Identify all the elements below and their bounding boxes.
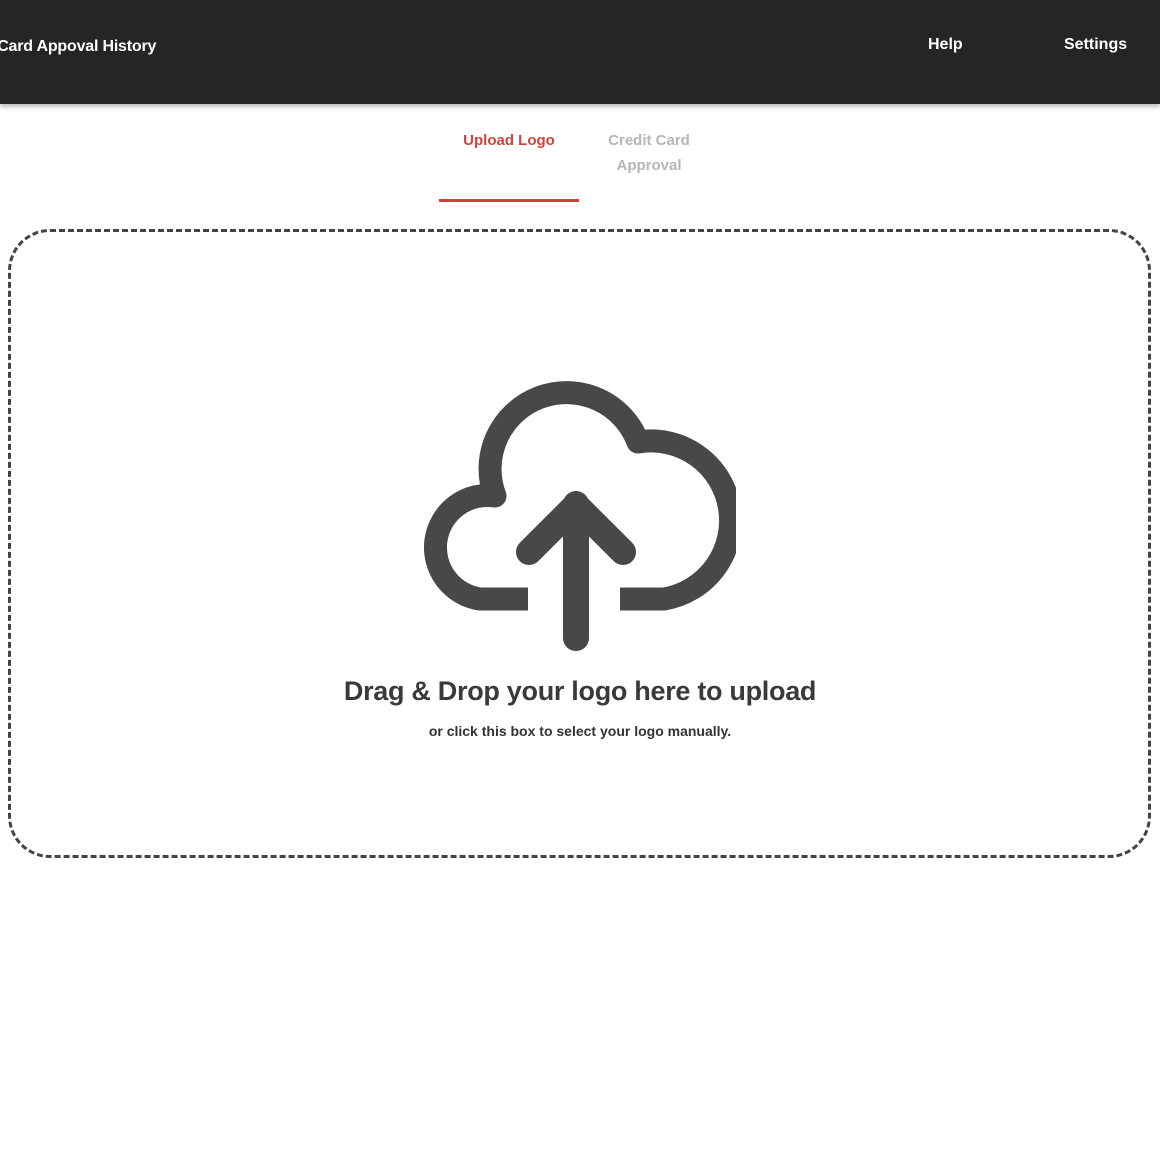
top-navigation-bar: dit Card Appoval History Help Settings	[0, 0, 1160, 104]
tab-credit-card-approval-label-line1: Credit Card	[608, 132, 690, 149]
tab-bar: Upload Logo Credit Card Approval	[439, 128, 719, 202]
nav-settings-link[interactable]: Settings	[1064, 36, 1127, 54]
cloud-upload-icon	[424, 381, 736, 651]
dropzone-subtitle: or click this box to select your logo ma…	[428, 723, 732, 739]
tab-credit-card-approval[interactable]: Credit Card Approval	[579, 128, 719, 178]
tab-credit-card-approval-label-line2: Approval	[616, 157, 682, 174]
tab-upload-logo[interactable]: Upload Logo	[439, 128, 579, 153]
dropzone-title: Drag & Drop your logo here to upload	[343, 676, 817, 706]
app-title[interactable]: dit Card Appoval History	[0, 38, 156, 56]
nav-help-link[interactable]: Help	[928, 36, 963, 54]
active-tab-indicator	[439, 199, 579, 202]
